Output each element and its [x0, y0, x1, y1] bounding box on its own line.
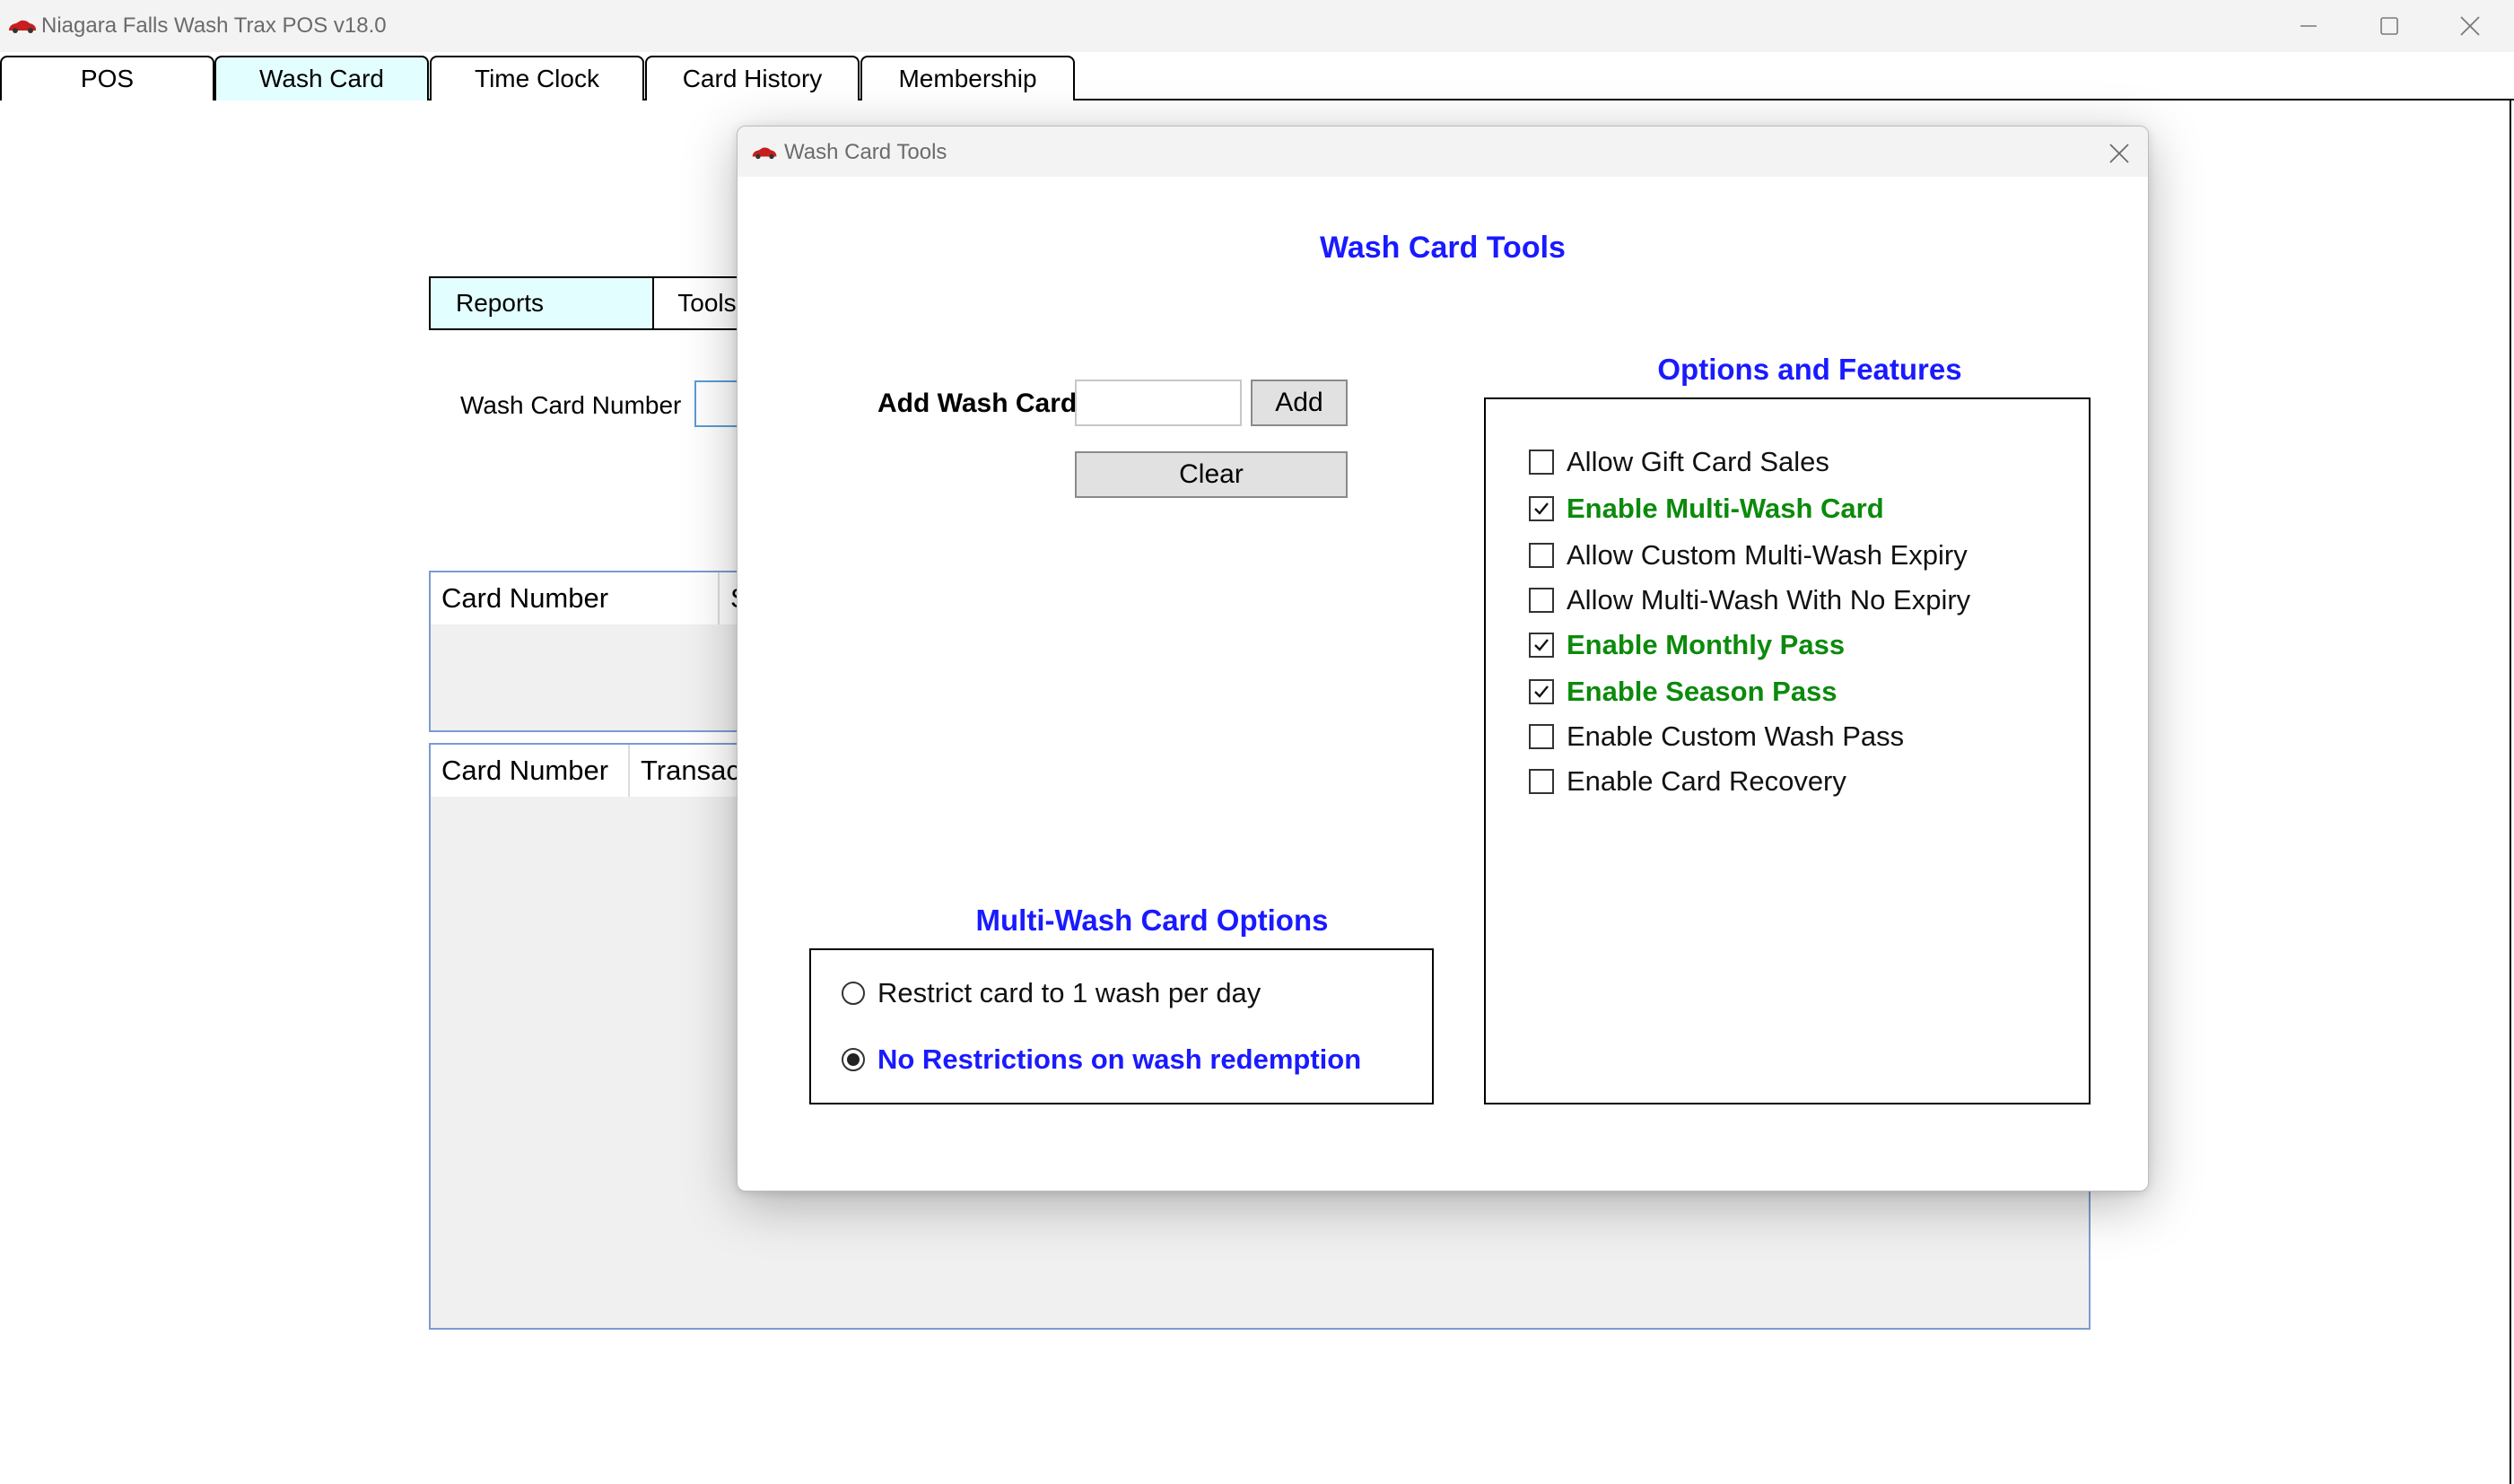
option-label: Enable Multi-Wash Card: [1567, 493, 1884, 524]
maximize-icon: [2380, 17, 2398, 35]
option-label: Allow Custom Multi-Wash Expiry: [1567, 539, 1968, 571]
grid-header: Card Number Transact: [431, 745, 738, 797]
add-button[interactable]: Add: [1251, 380, 1348, 426]
tab-membership[interactable]: Membership: [860, 56, 1075, 100]
window-title: Niagara Falls Wash Trax POS v18.0: [41, 13, 387, 38]
checkbox[interactable]: [1529, 450, 1554, 475]
option-enable-season-pass[interactable]: Enable Season Pass: [1529, 676, 1837, 708]
option-enable-multi-wash-card[interactable]: Enable Multi-Wash Card: [1529, 493, 1884, 525]
maximize-button[interactable]: [2349, 0, 2430, 52]
checkmark-icon: [1534, 502, 1549, 515]
tab-card-history[interactable]: Card History: [645, 56, 860, 100]
radio-label: Restrict card to 1 wash per day: [877, 977, 1261, 1008]
tab-pos[interactable]: POS: [0, 56, 214, 100]
content-border: [2510, 100, 2511, 1484]
checkbox[interactable]: [1529, 679, 1554, 704]
option-label: Enable Monthly Pass: [1567, 629, 1846, 660]
option-no-restrictions[interactable]: No Restrictions on wash redemption: [842, 1043, 1361, 1076]
multi-wash-card-options-title: Multi-Wash Card Options: [975, 903, 1329, 937]
checkbox[interactable]: [1529, 724, 1554, 749]
options-and-features-title: Options and Features: [1657, 353, 1962, 386]
wash-card-subtabs: Reports Tools: [429, 276, 770, 330]
checkbox[interactable]: [1529, 769, 1554, 794]
wash-card-tools-dialog: Wash Card Tools Wash Card Tools Add Wash…: [737, 126, 2149, 1192]
tab-wash-card[interactable]: Wash Card: [214, 56, 429, 100]
dialog-close-button[interactable]: [2101, 135, 2137, 171]
column-header-card-number[interactable]: Card Number: [431, 572, 720, 624]
options-and-features-group: Allow Gift Card Sales Enable Multi-Wash …: [1484, 397, 2091, 1104]
option-label: Allow Multi-Wash With No Expiry: [1567, 584, 1971, 615]
radio-button[interactable]: [842, 982, 865, 1005]
option-enable-monthly-pass[interactable]: Enable Monthly Pass: [1529, 629, 1845, 661]
tab-time-clock[interactable]: Time Clock: [430, 56, 644, 100]
option-label: Allow Gift Card Sales: [1567, 446, 1829, 477]
column-header-transaction[interactable]: Transact: [630, 745, 738, 797]
red-car-icon: [752, 147, 777, 160]
close-icon: [2460, 16, 2480, 36]
checkbox[interactable]: [1529, 496, 1554, 521]
minimize-icon: [2300, 25, 2317, 27]
option-label: Enable Season Pass: [1567, 676, 1837, 707]
checkmark-icon: [1534, 685, 1549, 698]
close-icon: [2109, 144, 2129, 163]
dialog-titlebar: Wash Card Tools: [738, 127, 2148, 177]
option-label: Enable Custom Wash Pass: [1567, 720, 1905, 752]
option-allow-multi-wash-with-no-expiry[interactable]: Allow Multi-Wash With No Expiry: [1529, 584, 1970, 616]
radio-label: No Restrictions on wash redemption: [877, 1043, 1362, 1075]
checkmark-icon: [1534, 639, 1549, 651]
wash-card-number-label: Wash Card Number: [460, 391, 682, 419]
red-car-icon: [9, 20, 36, 33]
main-titlebar: Niagara Falls Wash Trax POS v18.0: [0, 0, 2514, 52]
option-enable-card-recovery[interactable]: Enable Card Recovery: [1529, 765, 1846, 798]
option-allow-custom-multi-wash-expiry[interactable]: Allow Custom Multi-Wash Expiry: [1529, 539, 1968, 572]
option-enable-custom-wash-pass[interactable]: Enable Custom Wash Pass: [1529, 720, 1904, 753]
dialog-title: Wash Card Tools: [784, 140, 947, 164]
minimize-button[interactable]: [2268, 0, 2349, 52]
clear-button[interactable]: Clear: [1075, 451, 1348, 498]
main-tab-strip: POS Wash Card Time Clock Card History Me…: [0, 56, 2514, 100]
radio-button[interactable]: [842, 1048, 865, 1071]
add-wash-card-input[interactable]: [1075, 380, 1242, 426]
column-header-card-number[interactable]: Card Number: [431, 745, 630, 797]
close-window-button[interactable]: [2430, 0, 2510, 52]
option-label: Enable Card Recovery: [1567, 765, 1846, 797]
checkbox[interactable]: [1529, 588, 1554, 613]
dialog-heading: Wash Card Tools: [1320, 231, 1566, 265]
checkbox[interactable]: [1529, 633, 1554, 658]
option-restrict-one-wash-per-day[interactable]: Restrict card to 1 wash per day: [842, 977, 1261, 1009]
checkbox[interactable]: [1529, 543, 1554, 568]
option-allow-gift-card-sales[interactable]: Allow Gift Card Sales: [1529, 446, 1829, 478]
radio-selected-dot: [847, 1053, 860, 1066]
subtab-reports[interactable]: Reports: [431, 278, 655, 328]
add-wash-card-label: Add Wash Card: [877, 388, 1078, 418]
multi-wash-card-options-group: Restrict card to 1 wash per day No Restr…: [809, 948, 1434, 1104]
